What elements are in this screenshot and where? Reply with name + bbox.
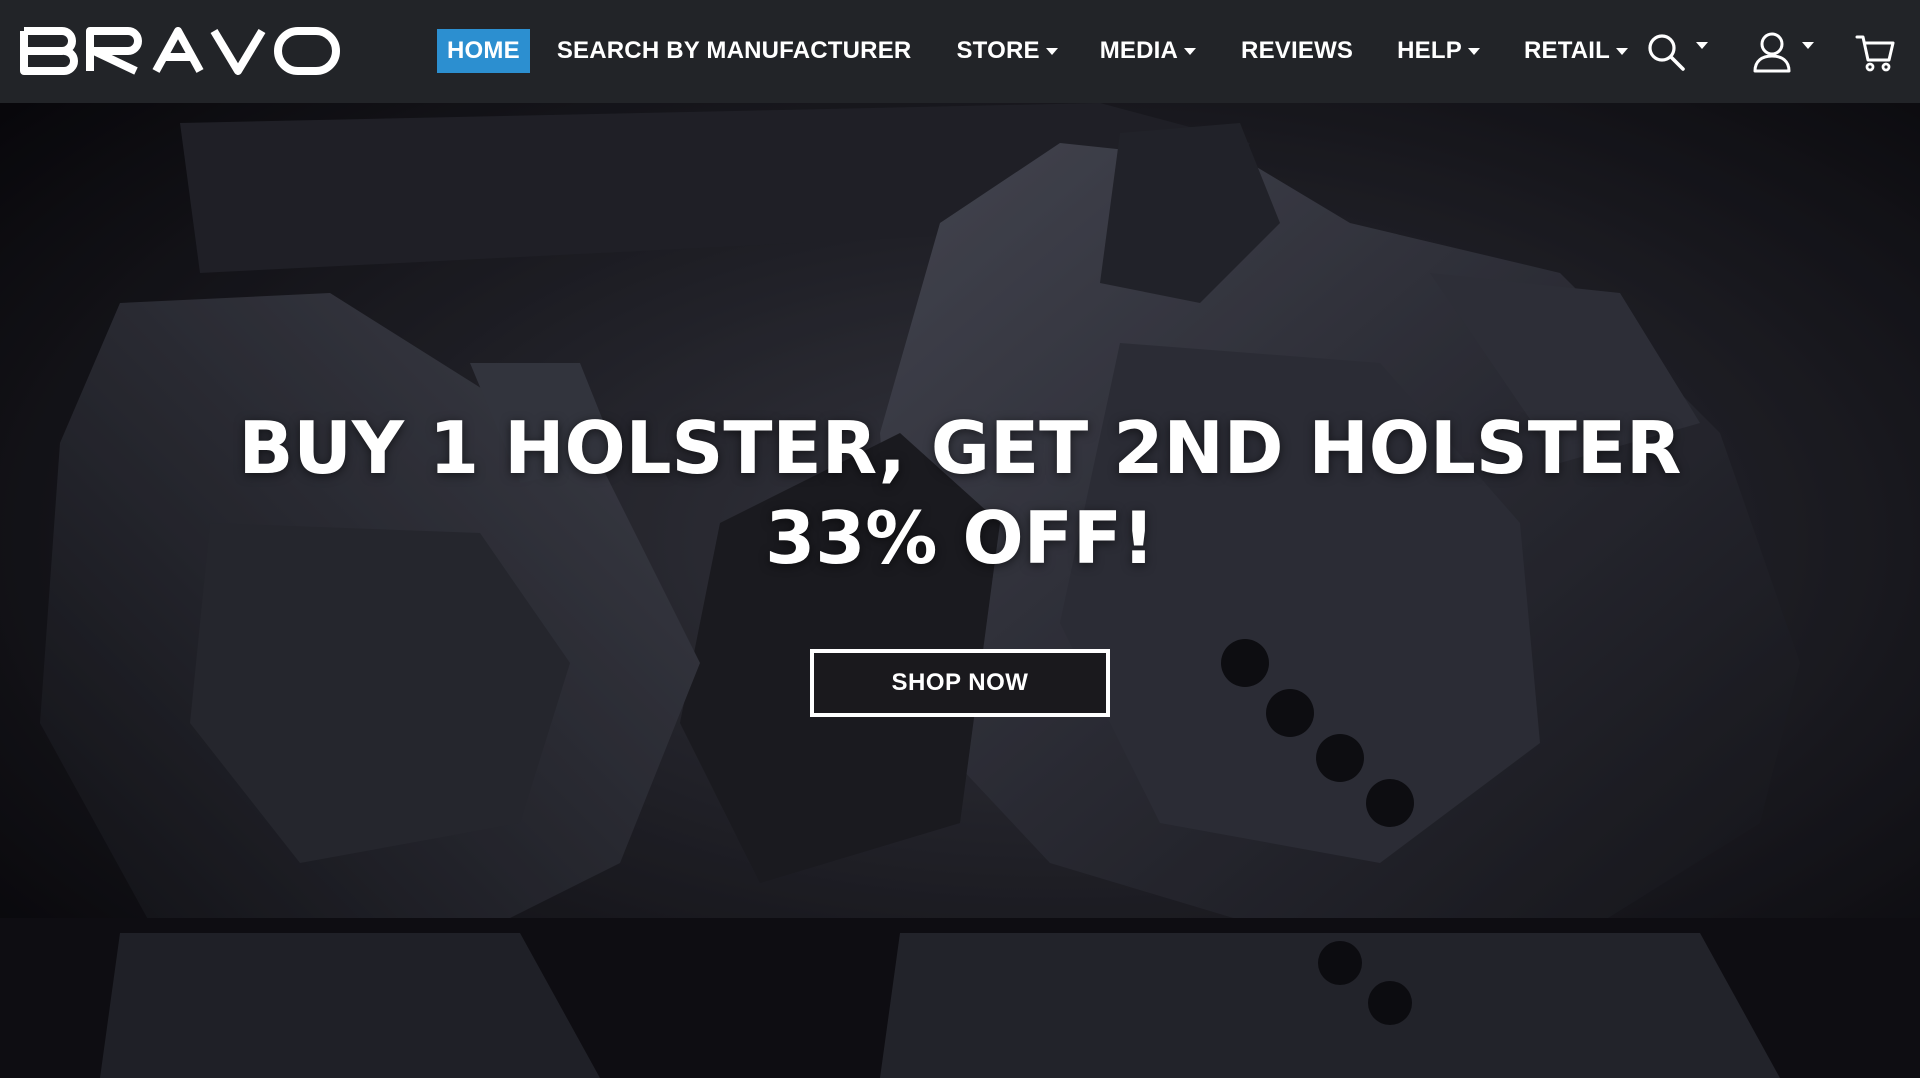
search-icon — [1646, 32, 1686, 72]
top-navbar: HOME SEARCH BY MANUFACTURER STORE MEDIA … — [0, 0, 1920, 103]
chevron-down-icon — [1045, 47, 1058, 55]
chevron-down-icon — [1616, 47, 1629, 55]
chevron-down-icon — [1184, 47, 1197, 55]
hero-content: BUY 1 HOLSTER, GET 2ND HOLSTER 33% OFF! … — [0, 403, 1920, 717]
nav-item-help[interactable]: HELP — [1397, 29, 1480, 73]
cart-icon — [1855, 32, 1895, 72]
nav-item-label: SEARCH BY MANUFACTURER — [556, 37, 912, 64]
nav-item-label: REVIEWS — [1241, 37, 1354, 64]
nav-item-label: HELP — [1397, 37, 1462, 64]
nav-item-retail[interactable]: RETAIL — [1523, 29, 1629, 73]
cart-button[interactable] — [1855, 28, 1895, 76]
bravo-logo[interactable] — [20, 27, 340, 75]
nav-item-label: HOME — [447, 37, 520, 64]
nav-item-search-by-manufacturer[interactable]: SEARCH BY MANUFACTURER — [557, 29, 912, 73]
chevron-down-icon — [1696, 41, 1708, 49]
hero-headline: BUY 1 HOLSTER, GET 2ND HOLSTER 33% OFF! — [238, 406, 1682, 580]
nav-item-store[interactable]: STORE — [956, 29, 1058, 73]
hero-banner: BUY 1 HOLSTER, GET 2ND HOLSTER 33% OFF! … — [0, 103, 1920, 1078]
nav-item-reviews[interactable]: REVIEWS — [1241, 29, 1353, 73]
main-menu: HOME SEARCH BY MANUFACTURER STORE MEDIA … — [437, 29, 1629, 73]
nav-item-label: MEDIA — [1099, 37, 1179, 64]
nav-item-home[interactable]: HOME — [437, 29, 530, 73]
account-icon — [1752, 31, 1792, 73]
nav-item-media[interactable]: MEDIA — [1099, 29, 1197, 73]
shop-now-button[interactable]: SHOP NOW — [810, 649, 1110, 717]
chevron-down-icon — [1467, 47, 1480, 55]
nav-item-label: RETAIL — [1523, 37, 1611, 64]
account-toggle[interactable] — [1752, 28, 1814, 76]
nav-item-label: STORE — [956, 37, 1040, 64]
chevron-down-icon — [1802, 41, 1814, 49]
search-toggle[interactable] — [1646, 28, 1708, 76]
